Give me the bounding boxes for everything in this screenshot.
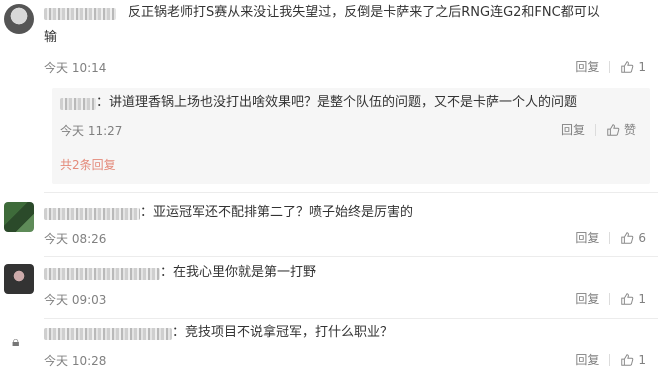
action-separator <box>609 353 611 366</box>
like-button[interactable]: 赞 <box>606 121 636 138</box>
thumbs-up-icon <box>621 60 634 73</box>
thumbs-up-icon <box>621 292 634 305</box>
like-button[interactable]: 1 <box>620 353 646 367</box>
reply-thread: ：讲道理香锅上场也没打出啥效果吧？是整个队伍的问题，又不是卡萨一个人的问题 今天… <box>52 88 650 184</box>
avatar[interactable] <box>4 264 34 294</box>
reply-button[interactable]: 回复 <box>561 121 585 138</box>
reply-actions: 回复 赞 <box>561 121 636 138</box>
action-separator <box>594 123 596 136</box>
comment-actions: 回复 6 <box>575 229 646 246</box>
reply-text: ：讲道理香锅上场也没打出啥效果吧？是整个队伍的问题，又不是卡萨一个人的问题 <box>96 95 578 110</box>
username-blurred[interactable] <box>44 328 172 340</box>
like-button[interactable]: 1 <box>620 292 646 306</box>
reply-time: 今天 11:27 <box>60 124 123 138</box>
action-separator <box>609 60 611 73</box>
comment-divider <box>44 192 658 193</box>
reply-button[interactable]: 回复 <box>575 229 599 246</box>
like-button[interactable]: 1 <box>620 60 646 74</box>
action-separator <box>609 292 611 305</box>
comment-text: ：竞技项目不说拿冠军，打什么职业？ <box>172 325 394 340</box>
comment-actions: 回复 1 <box>575 290 646 307</box>
comment-text: ：在我心里你就是第一打野 <box>160 265 317 280</box>
like-count: 1 <box>638 291 646 306</box>
reply-button[interactable]: 回复 <box>575 290 599 307</box>
lock-icon: 🔒︎ <box>12 334 20 350</box>
thumbs-up-icon <box>621 231 634 244</box>
more-replies-link[interactable]: 共2条回复 <box>60 156 116 173</box>
comment-time: 今天 09:03 <box>44 293 107 307</box>
comment-text-continued: 输 <box>44 30 58 45</box>
comment-3: ：在我心里你就是第一打野 今天 09:03 回复 1 <box>0 258 658 318</box>
avatar[interactable] <box>4 4 34 34</box>
comment-actions: 回复 1 <box>575 351 646 368</box>
comment-actions: 回复 1 <box>575 58 646 75</box>
comment-text: 反正锅老师打S赛从来没让我失望过，反倒是卡萨来了之后RNG连G2和FNC都可以 <box>128 5 600 20</box>
reply-button[interactable]: 回复 <box>575 351 599 368</box>
comment-2: ：亚运冠军还不配排第二了？喷子始终是厉害的 今天 08:26 回复 6 <box>0 196 658 256</box>
reply-button[interactable]: 回复 <box>575 58 599 75</box>
username-blurred[interactable] <box>60 98 96 110</box>
action-separator <box>609 231 611 244</box>
comment-1: 反正锅老师打S赛从来没让我失望过，反倒是卡萨来了之后RNG连G2和FNC都可以 … <box>0 0 658 84</box>
comment-divider <box>44 256 658 257</box>
like-count: 1 <box>638 352 646 367</box>
username-blurred[interactable] <box>44 8 116 20</box>
avatar[interactable] <box>4 202 34 232</box>
comment-text: ：亚运冠军还不配排第二了？喷子始终是厉害的 <box>140 205 414 220</box>
username-blurred[interactable] <box>44 208 140 220</box>
comment-4: 🔒︎ ：竞技项目不说拿冠军，打什么职业？ 今天 10:28 回复 1 <box>0 320 658 378</box>
like-count: 6 <box>638 230 646 245</box>
comment-time: 今天 08:26 <box>44 232 107 246</box>
like-button[interactable]: 6 <box>620 231 646 245</box>
comment-time: 今天 10:28 <box>44 354 107 368</box>
comment-time: 今天 10:14 <box>44 61 107 75</box>
comment-divider <box>44 318 658 319</box>
like-label: 赞 <box>623 123 636 137</box>
username-blurred[interactable] <box>44 268 160 280</box>
thumbs-up-icon <box>607 123 620 136</box>
thumbs-up-icon <box>621 353 634 366</box>
like-count: 1 <box>638 59 646 74</box>
